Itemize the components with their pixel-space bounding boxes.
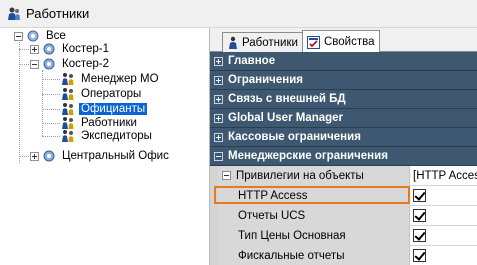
property-name: Отчеты UCS [218, 206, 410, 225]
property-name: HTTP Access [218, 186, 410, 205]
user-group-icon [60, 102, 76, 116]
tree-label: Работники [81, 117, 137, 129]
collapse-icon[interactable] [214, 151, 223, 161]
tab-label: Работники [242, 36, 298, 49]
category-external-db[interactable]: Связь с внешней БД [210, 90, 477, 109]
tab-label: Свойства [324, 36, 375, 48]
expand-icon[interactable] [30, 44, 39, 54]
property-row-http-access[interactable]: HTTP Access [210, 186, 477, 206]
tree-label-selected: Официанты [79, 103, 148, 115]
tree-node-operators[interactable]: Операторы [60, 87, 143, 101]
expand-icon[interactable] [30, 151, 39, 161]
user-group-icon [60, 129, 76, 143]
properties-icon [307, 35, 320, 49]
tree-node-central-office[interactable]: Центральный Офис [30, 149, 171, 163]
tree-label: Все [46, 30, 66, 42]
category-label: Менеджерские ограничения [228, 150, 388, 162]
tree-node-koster-2[interactable]: Костер-2 [30, 57, 111, 71]
tree-label: Операторы [81, 88, 142, 100]
property-row-price-type[interactable]: Тип Цены Основная [210, 226, 477, 246]
users-icon [6, 6, 22, 22]
tab-properties[interactable]: Свойства [302, 30, 380, 53]
properties-panel: Работники Свойства Главное Ограничения С… [209, 28, 477, 265]
checkbox-checked[interactable] [413, 189, 426, 202]
group-icon [41, 149, 57, 163]
category-manager-restrictions[interactable]: Менеджерские ограничения [210, 147, 477, 166]
tree-label: Костер-2 [62, 58, 109, 70]
category-label: Кассовые ограничения [228, 131, 361, 143]
property-row-fiscal-reports[interactable]: Фискальные отчеты [210, 246, 477, 265]
category-label: Global User Manager [228, 112, 344, 124]
group-icon [41, 57, 57, 71]
organization-icon [25, 29, 41, 43]
category-cash-restrictions[interactable]: Кассовые ограничения [210, 128, 477, 147]
property-row-ucs-reports[interactable]: Отчеты UCS [210, 206, 477, 226]
collapse-icon[interactable] [14, 31, 23, 41]
property-value[interactable]: [HTTP Access [410, 166, 477, 185]
tree-label: Костер-1 [62, 43, 109, 55]
tree-label: Центральный Офис [62, 150, 169, 162]
property-row-object-privileges[interactable]: Привилегии на объекты [HTTP Access [210, 166, 477, 186]
property-name: Тип Цены Основная [218, 226, 410, 245]
collapse-icon[interactable] [222, 171, 231, 180]
tree-label: Экспедиторы [81, 130, 152, 142]
checkbox-checked[interactable] [413, 249, 426, 262]
title-bar: Работники [0, 0, 477, 28]
category-main[interactable]: Главное [210, 52, 477, 71]
checkbox-checked[interactable] [413, 229, 426, 242]
expand-icon[interactable] [214, 132, 223, 142]
tree-node-manager-mo[interactable]: Менеджер МО [60, 72, 161, 86]
category-label: Ограничения [228, 74, 303, 86]
user-group-icon [60, 72, 76, 86]
user-group-icon [60, 87, 76, 101]
tree-panel[interactable]: Все Костер-1 Костер-2 Менеджер МО Операт… [0, 28, 209, 265]
category-label: Главное [228, 55, 276, 67]
tree-node-workers[interactable]: Работники [60, 116, 139, 130]
expand-icon[interactable] [214, 113, 223, 123]
collapse-icon[interactable] [30, 59, 39, 69]
tab-workers[interactable]: Работники [222, 32, 303, 52]
category-label: Связь с внешней БД [228, 93, 346, 105]
expand-icon[interactable] [214, 56, 223, 66]
tree-node-root[interactable]: Все [14, 29, 68, 43]
category-restrictions[interactable]: Ограничения [210, 71, 477, 90]
tree-node-koster-1[interactable]: Костер-1 [30, 42, 111, 56]
property-grid: Главное Ограничения Связь с внешней БД G… [210, 52, 477, 265]
expand-icon[interactable] [214, 94, 223, 104]
expand-icon[interactable] [214, 75, 223, 85]
tab-bar: Работники Свойства [210, 28, 477, 53]
category-global-user-manager[interactable]: Global User Manager [210, 109, 477, 128]
property-name: Привилегии на объекты [218, 166, 410, 185]
tree-label: Менеджер МО [81, 73, 159, 85]
user-group-icon [60, 116, 76, 130]
tree-node-waiters[interactable]: Официанты [60, 102, 148, 116]
tree-node-forwarders[interactable]: Экспедиторы [60, 129, 154, 143]
window-title: Работники [26, 6, 90, 21]
group-icon [41, 42, 57, 56]
user-icon [227, 36, 239, 50]
checkbox-checked[interactable] [413, 209, 426, 222]
property-name: Фискальные отчеты [218, 246, 410, 265]
